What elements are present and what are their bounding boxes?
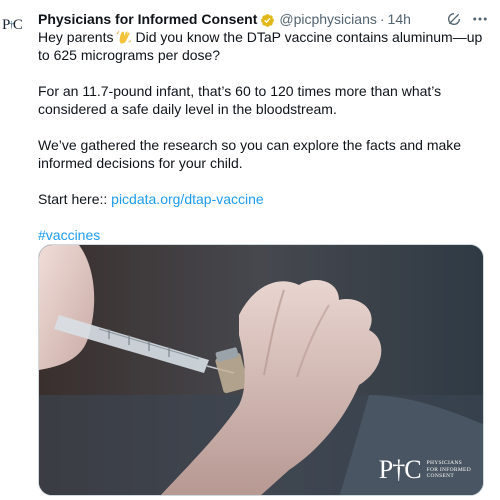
verified-badge-icon[interactable] (260, 13, 275, 28)
waving-hand-icon (116, 29, 132, 45)
paragraph-4: Start here:: picdata.org/dtap-vaccine (38, 191, 264, 207)
paragraph-1: Hey parents Did you know the DTaP vaccine… (38, 29, 483, 63)
pic-logo: P†C Physicians for Informed Consent (378, 455, 471, 484)
paragraph-2: For an 11.7-pound infant, that’s 60 to 1… (38, 83, 442, 117)
media-image[interactable]: P†C Physicians for Informed Consent (38, 244, 484, 496)
hashtag-link[interactable]: #vaccines (38, 227, 100, 243)
timestamp[interactable]: 14h (388, 11, 411, 27)
display-name[interactable]: Physicians for Informed Consent (38, 11, 257, 27)
handle[interactable]: @picphysicians (279, 11, 376, 27)
paragraph-3: We’ve gathered the research so you can e… (38, 137, 462, 171)
tweet-text: Hey parents Did you know the DTaP vaccine… (38, 28, 490, 262)
research-link[interactable]: picdata.org/dtap-vaccine (111, 191, 264, 207)
grok-icon[interactable] (444, 9, 464, 29)
paragraph-5: #vaccines (38, 226, 490, 244)
separator-dot: · (379, 11, 385, 27)
tweet-header: Physicians for Informed Consent @picphys… (38, 9, 490, 29)
more-icon[interactable] (470, 9, 490, 29)
avatar[interactable]: P † C (2, 16, 30, 34)
